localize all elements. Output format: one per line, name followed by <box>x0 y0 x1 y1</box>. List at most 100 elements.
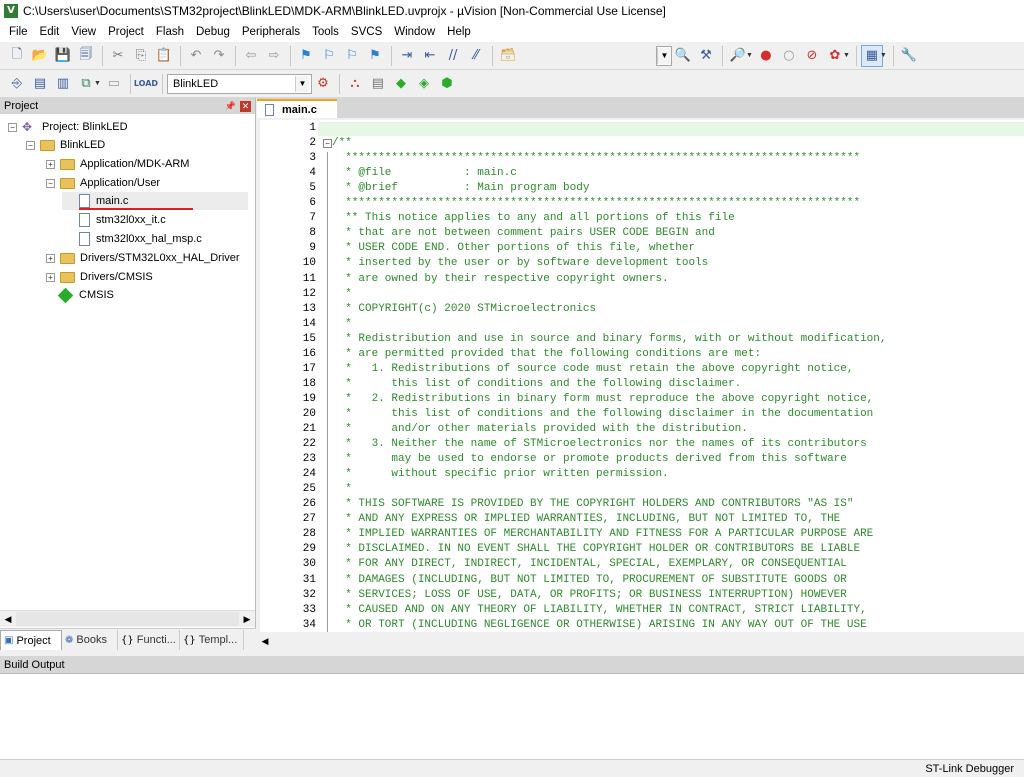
tree-node-group[interactable]: + Drivers/CMSIS <box>46 268 153 286</box>
tab-functions[interactable]: {} Functi... <box>118 630 180 650</box>
code-line[interactable]: * FOR ANY DIRECT, INDIRECT, INCIDENTAL, … <box>332 558 847 570</box>
code-line[interactable]: * inserted by the user or by software de… <box>332 257 708 269</box>
unindent-icon[interactable]: ⇤ <box>419 45 441 67</box>
copy-icon[interactable]: ⎘ <box>130 45 152 67</box>
code-line[interactable]: ** This notice applies to any and all po… <box>332 212 734 224</box>
insert-breakpoint-icon[interactable]: ● <box>755 45 777 67</box>
tab-project[interactable]: ▣ Project <box>0 630 62 650</box>
code-line[interactable]: * @brief : Main program body <box>332 182 589 194</box>
navigate-forward-icon[interactable]: ⇨ <box>263 45 285 67</box>
project-horizontal-scrollbar[interactable]: ◀ ▶ <box>0 610 255 627</box>
target-select[interactable]: BlinkLED ▼ <box>166 73 312 94</box>
chevron-down-icon[interactable]: ▼ <box>94 80 101 87</box>
rebuild-icon[interactable]: ▥ <box>52 73 74 95</box>
build-output-pane[interactable] <box>0 673 1024 759</box>
code-line[interactable]: ****************************************… <box>332 152 860 164</box>
disable-breakpoints-icon[interactable]: ⊘ <box>801 45 823 67</box>
code-line[interactable]: * <box>332 288 352 300</box>
code-line[interactable]: * are owned by their respective copyrigh… <box>332 273 668 285</box>
fold-collapse-icon[interactable]: − <box>323 139 332 149</box>
collapse-icon[interactable]: − <box>8 122 17 132</box>
target-options-icon[interactable]: ⚙ <box>312 73 334 95</box>
tab-main-c[interactable]: main.c <box>257 99 337 118</box>
insert-bookmark-icon[interactable]: ⚑ <box>295 45 317 67</box>
code-line[interactable]: * @file : main.c <box>332 167 517 179</box>
scroll-left-icon[interactable]: ◀ <box>0 611 16 627</box>
menu-peripherals[interactable]: Peripherals <box>236 26 306 38</box>
menu-edit[interactable]: Edit <box>34 26 66 38</box>
code-line[interactable]: * <box>332 318 352 330</box>
expand-icon[interactable]: + <box>46 253 55 263</box>
indent-icon[interactable]: ⇥ <box>396 45 418 67</box>
tree-node-group[interactable]: + Application/MDK-ARM <box>46 155 189 173</box>
expand-icon[interactable]: + <box>46 272 55 282</box>
menu-window[interactable]: Window <box>388 26 441 38</box>
code-line[interactable]: * this list of conditions and the follow… <box>332 408 873 420</box>
tree-node-component[interactable]: CMSIS <box>57 286 114 304</box>
navigate-back-icon[interactable]: ⇦ <box>240 45 262 67</box>
tree-node-group[interactable]: − Application/User <box>46 174 160 192</box>
code-line[interactable]: /** <box>332 137 352 149</box>
code-line[interactable]: * Redistribution and use in source and b… <box>332 333 886 345</box>
save-all-icon[interactable]: 🗐 <box>75 45 97 67</box>
tab-templates[interactable]: {} Templ... <box>180 630 244 650</box>
code-line[interactable]: * without specific prior written permiss… <box>332 468 668 480</box>
save-icon[interactable]: 💾 <box>52 45 74 67</box>
tree-node-target[interactable]: − BlinkLED <box>26 136 105 154</box>
pack-installer-icon[interactable]: ⬢ <box>436 73 458 95</box>
clear-bookmarks-icon[interactable]: ⚑ <box>364 45 386 67</box>
code-line[interactable]: * SERVICES; LOSS OF USE, DATA, OR PROFIT… <box>332 589 847 601</box>
incremental-find-icon[interactable]: ⚒ <box>695 45 717 67</box>
next-bookmark-icon[interactable]: ⚐ <box>341 45 363 67</box>
code-line[interactable]: * OR TORT (INCLUDING NEGLIGENCE OR OTHER… <box>332 619 867 631</box>
code-line[interactable]: * CAUSED AND ON ANY THEORY OF LIABILITY,… <box>332 604 867 616</box>
expand-icon[interactable]: + <box>46 159 55 169</box>
redo-icon[interactable]: ↷ <box>208 45 230 67</box>
collapse-icon[interactable]: − <box>46 178 55 188</box>
pin-icon[interactable]: 📌 <box>225 101 236 112</box>
code-line[interactable]: * AND ANY EXPRESS OR IMPLIED WARRANTIES,… <box>332 513 840 525</box>
previous-bookmark-icon[interactable]: ⚐ <box>318 45 340 67</box>
collapse-icon[interactable]: − <box>26 140 35 150</box>
download-load-icon[interactable]: LOAD <box>134 73 158 95</box>
enable-breakpoint-icon[interactable]: ○ <box>778 45 800 67</box>
menu-file[interactable]: File <box>3 26 34 38</box>
code-line[interactable]: ****************************************… <box>332 197 860 209</box>
scroll-left-icon[interactable]: ◀ <box>257 633 273 649</box>
menu-view[interactable]: View <box>65 26 102 38</box>
code-editor[interactable]: 1 2 3 4 5 6 7 8 9 10 11 12 13 14 15 16 17 18 19 20 21 22 23 24 2… <box>260 120 1024 632</box>
code-line[interactable]: * DAMAGES (INCLUDING, BUT NOT LIMITED TO… <box>332 574 847 586</box>
code-line[interactable]: * IMPLIED WARRANTIES OF MERCHANTABILITY … <box>332 528 873 540</box>
new-file-icon[interactable]: 🗋 <box>6 45 28 67</box>
code-line[interactable]: * 1. Redistributions of source code must… <box>332 363 853 375</box>
tree-node-file[interactable]: stm32l0xx_hal_msp.c <box>79 230 202 248</box>
chevron-down-icon[interactable]: ▼ <box>746 52 753 59</box>
code-line[interactable]: * 2. Redistributions in binary form must… <box>332 393 873 405</box>
scroll-track[interactable] <box>16 612 239 626</box>
translate-icon[interactable]: ⎆ <box>6 73 28 95</box>
manage-project-items-icon[interactable]: ⛬ <box>344 73 366 95</box>
find-combo[interactable]: ▼ <box>656 45 672 66</box>
menu-tools[interactable]: Tools <box>306 26 345 38</box>
tree-node-group[interactable]: + Drivers/STM32L0xx_HAL_Driver <box>46 249 240 267</box>
stop-build-icon[interactable]: ▭ <box>103 73 125 95</box>
cut-icon[interactable]: ✂ <box>107 45 129 67</box>
code-line[interactable]: * THIS SOFTWARE IS PROVIDED BY THE COPYR… <box>332 498 853 510</box>
scroll-right-icon[interactable]: ▶ <box>239 611 255 627</box>
paste-icon[interactable]: 📋 <box>153 45 175 67</box>
code-line[interactable]: * this list of conditions and the follow… <box>332 378 741 390</box>
comment-selection-icon[interactable]: // <box>442 45 464 67</box>
menu-project[interactable]: Project <box>102 26 150 38</box>
build-icon[interactable]: ▤ <box>29 73 51 95</box>
code-line[interactable]: * COPYRIGHT(c) 2020 STMicroelectronics <box>332 303 596 315</box>
tree-node-project[interactable]: − ✥ Project: BlinkLED <box>8 118 128 136</box>
tree-node-file[interactable]: stm32l0xx_it.c <box>79 211 166 229</box>
find-icon[interactable]: 🔍 <box>672 45 694 67</box>
select-packs-icon[interactable]: ◈ <box>413 73 435 95</box>
code-line[interactable]: * and/or other materials provided with t… <box>332 423 748 435</box>
find-in-files-icon[interactable]: 🗃 <box>497 45 519 67</box>
configure-wrench-icon[interactable]: 🔧 <box>898 45 920 67</box>
undo-icon[interactable]: ↶ <box>185 45 207 67</box>
code-line[interactable]: * USER CODE END. Other portions of this … <box>332 242 695 254</box>
close-icon[interactable]: ✕ <box>240 100 251 112</box>
